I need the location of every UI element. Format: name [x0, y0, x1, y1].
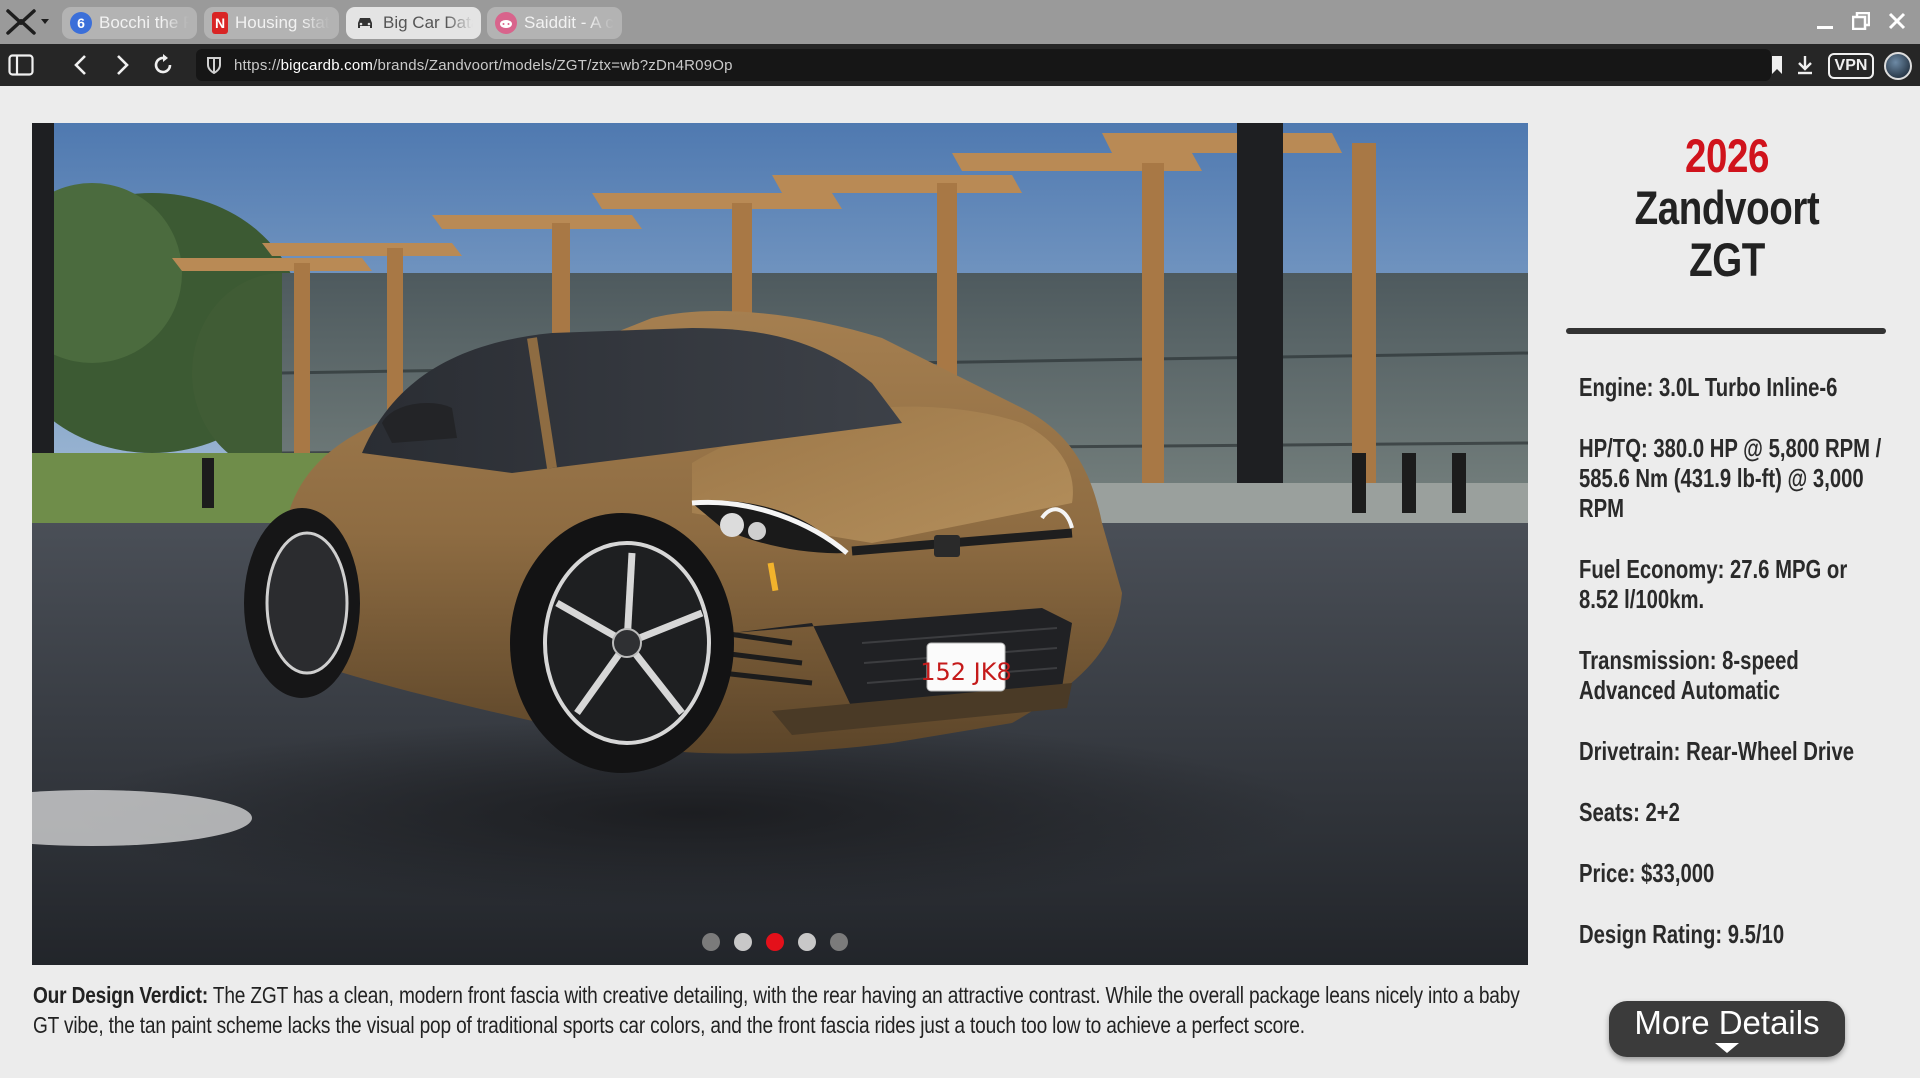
divider	[1566, 328, 1886, 334]
chevron-down-icon	[41, 19, 49, 24]
spec-transmission: Transmission: 8-speed Advanced Automatic	[1579, 645, 1799, 705]
carousel-dot[interactable]	[798, 933, 816, 951]
sidebar-toggle-icon[interactable]	[6, 50, 36, 80]
design-verdict: Our Design Verdict: The ZGT has a clean,…	[33, 980, 1535, 1040]
site-info-shield-icon[interactable]	[206, 56, 222, 74]
spec-engine: Engine: 3.0L Turbo Inline-6	[1579, 372, 1838, 402]
saiddit-favicon-icon	[495, 12, 517, 34]
window-controls	[1812, 8, 1910, 34]
tab-housing[interactable]: N Housing stat	[204, 7, 339, 39]
chevron-left-icon	[74, 55, 86, 75]
tab-big-car-data[interactable]: Big Car Datal	[346, 7, 481, 39]
tab-title: Saiddit - A c	[524, 13, 614, 32]
download-icon[interactable]	[1790, 50, 1820, 80]
spec-design-rating: Design Rating: 9.5/10	[1579, 919, 1785, 949]
more-details-label: More Details	[1634, 1004, 1820, 1041]
vehicle-make-model: Zandvoort ZGT	[1634, 181, 1820, 286]
bocchi-favicon-icon: 6	[70, 12, 92, 34]
license-plate-text: 152 JK8	[920, 658, 1012, 686]
restore-icon[interactable]	[1848, 8, 1874, 34]
browser-logo-icon	[6, 9, 36, 35]
profile-avatar[interactable]	[1884, 52, 1912, 80]
spec-hp-torque: HP/TQ: 380.0 HP @ 5,800 RPM / 585.6 Nm (…	[1579, 433, 1882, 523]
navigation-toolbar: https://bigcardb.com/brands/Zandvoort/mo…	[0, 44, 1920, 86]
url-text[interactable]: https://bigcardb.com/brands/Zandvoort/mo…	[234, 57, 733, 74]
spec-seats: Seats: 2+2	[1579, 797, 1680, 827]
reload-button[interactable]	[148, 50, 178, 80]
verdict-label: Our Design Verdict:	[33, 982, 209, 1008]
more-details-button[interactable]: More Details	[1609, 1001, 1845, 1057]
vehicle-title: 2026 Zandvoort ZGT	[1595, 130, 1859, 286]
address-bar[interactable]: https://bigcardb.com/brands/Zandvoort/mo…	[196, 49, 1771, 81]
tab-bocchi[interactable]: 6 Bocchi the R	[62, 7, 197, 39]
carousel-dot[interactable]	[734, 933, 752, 951]
browser-menu-button[interactable]	[4, 6, 54, 38]
close-icon[interactable]	[1884, 8, 1910, 34]
back-button[interactable]	[66, 50, 96, 80]
carousel-indicators	[32, 933, 1528, 951]
chevron-right-icon	[117, 55, 129, 75]
car-photo: 152 JK8	[32, 123, 1528, 965]
chevron-down-icon	[1715, 1043, 1739, 1053]
spec-drivetrain: Drivetrain: Rear-Wheel Drive	[1579, 736, 1854, 766]
reload-icon	[154, 54, 172, 74]
netflix-favicon-icon: N	[212, 12, 228, 34]
tab-title: Housing stat	[235, 13, 330, 32]
vpn-button[interactable]: VPN	[1828, 53, 1874, 79]
verdict-text: The ZGT has a clean, modern front fascia…	[33, 982, 1520, 1038]
tab-bar: 6 Bocchi the R N Housing stat Big Car Da…	[0, 0, 1920, 44]
carousel-dot[interactable]	[830, 933, 848, 951]
spec-price: Price: $33,000	[1579, 858, 1715, 888]
url-scheme: https://	[234, 56, 281, 74]
tab-title: Big Car Datal	[383, 13, 473, 32]
spec-list: Engine: 3.0L Turbo Inline-6 HP/TQ: 380.0…	[1566, 372, 1888, 949]
car-icon	[354, 12, 376, 34]
forward-button[interactable]	[107, 50, 137, 80]
spec-fuel-economy: Fuel Economy: 27.6 MPG or 8.52 l/100km.	[1579, 554, 1848, 614]
carousel-dot[interactable]	[702, 933, 720, 951]
carousel-dot-active[interactable]	[766, 933, 784, 951]
minimize-icon[interactable]	[1812, 8, 1838, 34]
bookmark-icon[interactable]	[1762, 50, 1792, 80]
url-domain: bigcardb.com	[280, 56, 374, 74]
url-path: /brands/Zandvoort/models/ZGT/ztx=wb?zDn4…	[373, 56, 733, 74]
car-image-carousel[interactable]: 152 JK8	[32, 123, 1528, 965]
vehicle-spec-panel: 2026 Zandvoort ZGT Engine: 3.0L Turbo In…	[1566, 130, 1888, 980]
tab-saiddit[interactable]: Saiddit - A c	[487, 7, 622, 39]
tab-title: Bocchi the R	[99, 13, 189, 32]
vehicle-year: 2026	[1684, 129, 1770, 182]
